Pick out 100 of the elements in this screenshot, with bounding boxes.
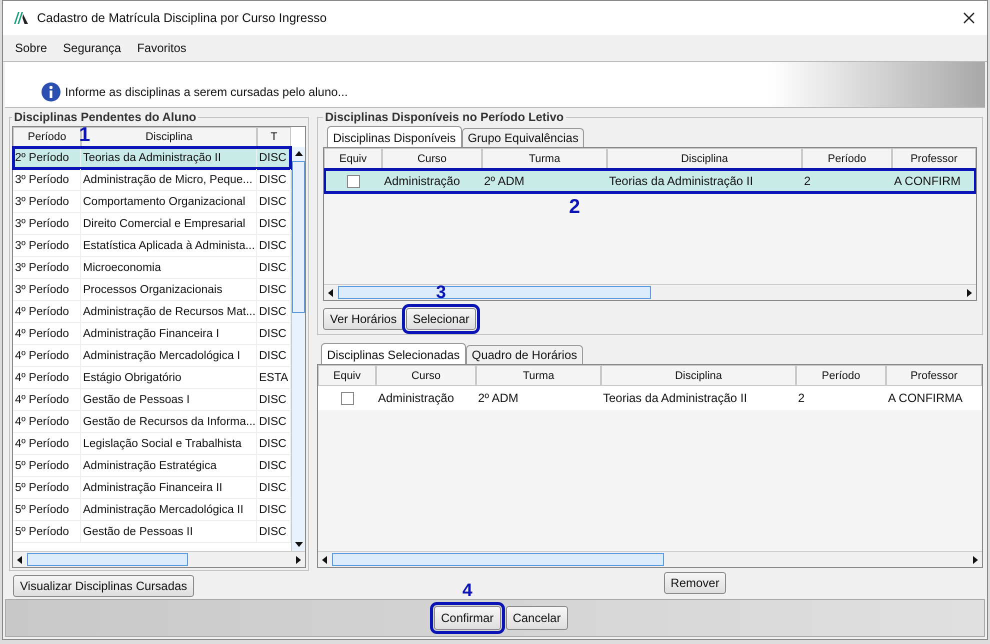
table-row[interactable]: 4º Período Estágio Obrigatório ESTA — [13, 367, 291, 389]
left-arrow-icon[interactable] — [16, 556, 24, 564]
menu-item[interactable]: Favoritos — [137, 41, 186, 55]
column-header[interactable]: T — [257, 127, 291, 147]
tab[interactable]: Disciplinas Disponíveis — [327, 126, 462, 147]
table-cell: 4º Período — [13, 411, 81, 432]
table-cell: Gestão de Pessoas I — [81, 389, 257, 410]
table-cell: Administração Mercadológica I — [81, 345, 257, 366]
table-row[interactable]: 4º Período Gestão de Recursos da Informa... DISC — [13, 411, 291, 433]
table-cell: Microeconomia — [81, 257, 257, 278]
info-message: Informe as disciplinas a serem cursadas pelo aluno... — [65, 84, 348, 98]
table-cell-text: 2 — [803, 173, 812, 190]
table-cell: 4º Período — [13, 301, 81, 322]
table-row[interactable]: 5º Período Gestão de Pessoas II DISC — [13, 521, 291, 543]
table-cell: Direito Comercial e Empresarial — [81, 213, 257, 234]
column-header[interactable]: Disciplina — [601, 365, 796, 386]
table-row[interactable]: 4º Período Gestão de Pessoas I DISC — [13, 389, 291, 411]
tab[interactable]: Disciplinas Selecionadas — [321, 343, 466, 364]
table-cell: Administração de Micro, Peque... — [81, 169, 257, 190]
table-cell: Teorias da Administração II — [81, 147, 257, 168]
table-cell-text: Teorias da Administração II — [608, 173, 754, 190]
table-cell-text: 2º ADM — [483, 173, 526, 190]
table-row[interactable]: 3º Período Comportamento Organizacional DISC — [13, 191, 291, 213]
column-header[interactable]: Período — [13, 127, 81, 147]
table-row[interactable]: 4º Período Administração de Recursos Mat... DISC — [13, 301, 291, 323]
table-row[interactable]: 3º Período Administração de Micro, Peque... DISC — [13, 169, 291, 191]
table-cell: Administração Mercadológica II — [81, 499, 257, 520]
table-row[interactable]: 4º Período Administração Financeira I DISC — [13, 323, 291, 345]
table-cell-text: Administração — [383, 173, 462, 190]
close-icon[interactable] — [963, 12, 975, 24]
step-number: 1 — [79, 125, 90, 145]
table-cell: Administração de Recursos Mat... — [81, 301, 257, 322]
table-cell: Gestão de Recursos da Informa... — [81, 411, 257, 432]
table-cell: 5º Período — [13, 499, 81, 520]
vertical-scrollbar[interactable] — [291, 147, 305, 551]
down-arrow-icon[interactable] — [294, 540, 302, 548]
table-row[interactable]: 4º Período Legislação Social e Trabalhista DISC — [13, 433, 291, 455]
info-icon — [41, 82, 61, 102]
horizontal-scrollbar[interactable] — [13, 551, 305, 567]
checkbox[interactable] — [346, 174, 360, 188]
table-cell: Administração Financeira I — [81, 323, 257, 344]
table-cell-text: A CONFIRMA — [887, 390, 964, 407]
action-button[interactable]: Ver Horários — [323, 308, 404, 330]
column-header[interactable]: Período — [802, 148, 892, 169]
tab[interactable]: Quadro de Horários — [466, 345, 584, 364]
horizontal-scrollbar[interactable] — [324, 284, 976, 300]
window-title: Cadastro de Matrícula Disciplina por Curso Ingresso — [37, 11, 328, 25]
footer-button[interactable]: Cancelar — [506, 606, 568, 630]
horizontal-scrollbar[interactable] — [318, 551, 982, 567]
column-header[interactable]: Curso — [382, 148, 482, 169]
table-cell: Estágio Obrigatório — [81, 367, 257, 388]
table-cell: 5º Período — [13, 477, 81, 498]
group-title: Disciplinas Disponíveis no Período Letivo — [324, 110, 565, 124]
table-cell: 3º Período — [13, 279, 81, 300]
column-header[interactable]: Equiv — [324, 148, 382, 169]
table-row[interactable]: 3º Período Estatística Aplicada à Administa... DISC — [13, 235, 291, 257]
table-row[interactable]: 5º Período Administração Estratégica DISC — [13, 455, 291, 477]
table-cell-text: A CONFIRM — [893, 173, 962, 190]
column-header[interactable]: Professor — [892, 148, 976, 169]
column-header[interactable]: Turma — [482, 148, 607, 169]
step-number: 2 — [569, 197, 580, 217]
table-cell-text: 2 — [797, 390, 806, 407]
column-header[interactable]: Período — [796, 365, 886, 386]
table-cell: DISC — [257, 147, 291, 168]
column-header[interactable]: Turma — [476, 365, 601, 386]
table-cell: Estatística Aplicada à Administa... — [81, 235, 257, 256]
table-row[interactable]: 4º Período Administração Mercadológica I DISC — [13, 345, 291, 367]
table-row[interactable]: Administração 2º ADM Teorias da Administração II 2 A CONFIRMA — [318, 386, 982, 410]
left-arrow-icon[interactable] — [321, 556, 329, 564]
table-cell: 3º Período — [13, 257, 81, 278]
table-cell-text: 2º ADM — [477, 390, 520, 407]
table-row[interactable]: 3º Período Direito Comercial e Empresarial DISC — [13, 213, 291, 235]
table-cell: 4º Período — [13, 433, 81, 454]
table-cell: 3º Período — [13, 191, 81, 212]
menu-item[interactable]: Sobre — [15, 41, 48, 55]
right-arrow-icon[interactable] — [965, 288, 973, 296]
column-header[interactable]: Curso — [376, 365, 476, 386]
step-number: 4 — [462, 581, 472, 599]
table-row[interactable]: 5º Período Administração Mercadológica II DISC — [13, 499, 291, 521]
table-cell-text: Teorias da Administração II — [602, 390, 748, 407]
right-arrow-icon[interactable] — [294, 556, 302, 564]
up-arrow-icon[interactable] — [294, 150, 302, 158]
table-row[interactable]: 5º Período Administração Financeira II DISC — [13, 477, 291, 499]
right-arrow-icon[interactable] — [971, 556, 979, 564]
column-header[interactable]: Disciplina — [607, 148, 802, 169]
column-header[interactable]: Equiv — [318, 365, 376, 386]
checkbox[interactable] — [340, 392, 354, 404]
table-cell: 2º Período — [13, 147, 81, 168]
tab[interactable]: Grupo Equivalências — [462, 128, 584, 147]
table-cell: 5º Período — [13, 455, 81, 476]
remove-button[interactable]: Remover — [664, 572, 726, 594]
column-header[interactable]: Professor — [886, 365, 982, 386]
step-number: 3 — [436, 283, 446, 301]
table-row[interactable]: 3º Período Microeconomia DISC — [13, 257, 291, 279]
table-cell: 3º Período — [13, 235, 81, 256]
left-arrow-icon[interactable] — [327, 288, 335, 296]
menu-item[interactable]: Segurança — [63, 41, 122, 55]
table-row[interactable]: 3º Período Processos Organizacionais DISC — [13, 279, 291, 301]
table-cell: 4º Período — [13, 345, 81, 366]
view-courses-button[interactable]: Visualizar Disciplinas Cursadas — [13, 575, 194, 597]
